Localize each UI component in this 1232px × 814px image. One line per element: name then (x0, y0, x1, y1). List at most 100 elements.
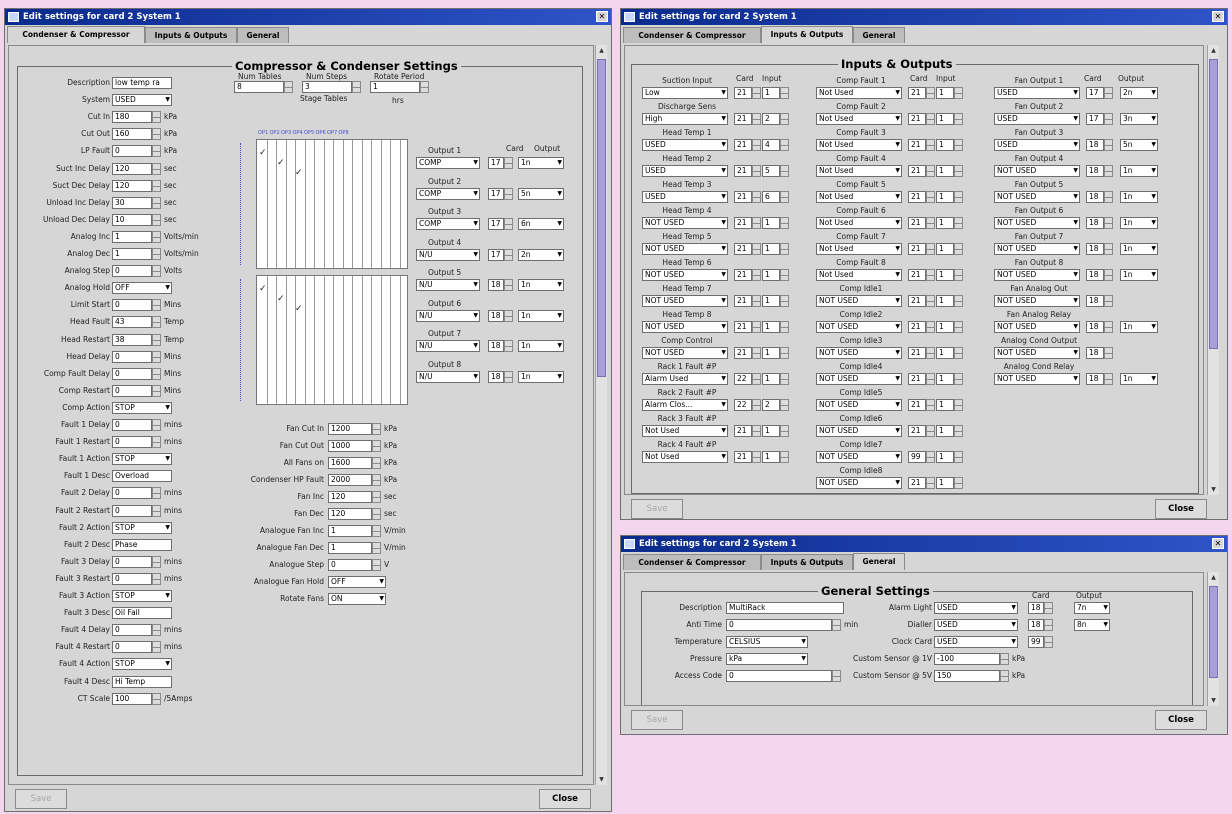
io-card-spinner[interactable]: 21 (908, 269, 926, 281)
spinner-arrows-icon[interactable] (152, 196, 161, 209)
io-select[interactable]: NOT USED ▼ (994, 217, 1080, 229)
io-card-spinner[interactable]: 21 (734, 451, 752, 463)
io-card-spinner[interactable]: 18 (1086, 165, 1104, 177)
general-combo[interactable]: USED ▼ (934, 619, 1018, 631)
field-spinner[interactable]: 43 (112, 316, 152, 329)
spinner-arrows-icon[interactable] (372, 474, 381, 486)
dropdown-arrow-icon[interactable]: ▼ (165, 591, 170, 601)
check-icon[interactable]: ✓ (259, 148, 267, 158)
spinner-arrows-icon[interactable] (954, 269, 963, 281)
field-combo[interactable]: STOP ▼ (112, 453, 172, 466)
dropdown-arrow-icon[interactable]: ▼ (1151, 270, 1156, 280)
dropdown-arrow-icon[interactable]: ▼ (721, 140, 726, 150)
dropdown-arrow-icon[interactable]: ▼ (721, 114, 726, 124)
dropdown-arrow-icon[interactable]: ▼ (801, 637, 806, 647)
scroll-thumb[interactable] (1209, 586, 1218, 678)
scroll-up-icon[interactable]: ▲ (1208, 572, 1219, 583)
param-spinner[interactable]: 3 (302, 81, 352, 93)
spinner-arrows-icon[interactable] (926, 425, 935, 437)
tab-general[interactable]: General (853, 27, 905, 43)
general-spinner[interactable]: 0 (726, 670, 832, 682)
io-input-spinner[interactable]: 1 (936, 399, 954, 411)
spinner-arrows-icon[interactable] (1104, 243, 1113, 255)
dropdown-arrow-icon[interactable]: ▼ (721, 426, 726, 436)
io-card-spinner[interactable]: 17 (1086, 87, 1104, 99)
dropdown-arrow-icon[interactable]: ▼ (165, 403, 170, 413)
spinner-arrows-icon[interactable] (504, 279, 513, 291)
dropdown-arrow-icon[interactable]: ▼ (1073, 218, 1078, 228)
spinner-arrows-icon[interactable] (372, 491, 381, 503)
output-card-spinner[interactable]: 18 (488, 309, 504, 322)
output-channel-combo[interactable]: 2n ▼ (518, 248, 564, 261)
io-select[interactable]: NOT USED ▼ (816, 347, 902, 359)
io-select[interactable]: NOT USED ▼ (642, 243, 728, 255)
dropdown-arrow-icon[interactable]: ▼ (895, 166, 900, 176)
dropdown-arrow-icon[interactable]: ▼ (1103, 603, 1108, 613)
spinner-arrows-icon[interactable] (780, 113, 789, 125)
spinner-arrows-icon[interactable] (152, 641, 161, 654)
dropdown-arrow-icon[interactable]: ▼ (1011, 637, 1016, 647)
field-spinner[interactable]: 0 (112, 504, 152, 517)
dropdown-arrow-icon[interactable]: ▼ (1073, 244, 1078, 254)
io-output-combo[interactable]: 1n ▼ (1120, 217, 1158, 229)
spinner-arrows-icon[interactable] (1044, 636, 1053, 648)
dropdown-arrow-icon[interactable]: ▼ (895, 296, 900, 306)
field-input[interactable]: low temp ra (112, 77, 172, 89)
dropdown-arrow-icon[interactable]: ▼ (1073, 88, 1078, 98)
io-card-spinner[interactable]: 21 (908, 321, 926, 333)
spinner-arrows-icon[interactable] (926, 165, 935, 177)
dropdown-arrow-icon[interactable]: ▼ (895, 192, 900, 202)
field-combo[interactable]: STOP ▼ (112, 658, 172, 671)
spinner-arrows-icon[interactable] (752, 113, 761, 125)
general-card-spinner[interactable]: 18 (1028, 619, 1044, 631)
title-bar[interactable]: Edit settings for card 2 System 1 ✕ (5, 9, 611, 25)
close-icon[interactable]: ✕ (596, 11, 608, 22)
dropdown-arrow-icon[interactable]: ▼ (895, 452, 900, 462)
dropdown-arrow-icon[interactable]: ▼ (895, 478, 900, 488)
spinner-arrows-icon[interactable] (152, 504, 161, 517)
field-input[interactable]: Hi Temp (112, 675, 172, 688)
spinner-arrows-icon[interactable] (504, 248, 513, 261)
io-input-spinner[interactable]: 2 (762, 399, 780, 411)
spinner-arrows-icon[interactable] (352, 81, 361, 93)
dropdown-arrow-icon[interactable]: ▼ (473, 219, 478, 229)
param-spinner[interactable]: 1 (370, 81, 420, 93)
spinner-arrows-icon[interactable] (504, 340, 513, 352)
spinner-arrows-icon[interactable] (780, 347, 789, 359)
dropdown-arrow-icon[interactable]: ▼ (721, 218, 726, 228)
io-card-spinner[interactable]: 21 (908, 295, 926, 307)
io-input-spinner[interactable]: 1 (936, 347, 954, 359)
io-card-spinner[interactable]: 18 (1086, 269, 1104, 281)
fan-spinner[interactable]: 1600 (328, 457, 372, 469)
fan-spinner[interactable]: 2000 (328, 474, 372, 486)
spinner-arrows-icon[interactable] (420, 81, 429, 93)
spinner-arrows-icon[interactable] (504, 370, 513, 383)
general-card-spinner[interactable]: 18 (1028, 602, 1044, 614)
io-input-spinner[interactable]: 1 (762, 243, 780, 255)
io-select[interactable]: Not Used ▼ (816, 165, 902, 177)
spinner-arrows-icon[interactable] (780, 373, 789, 385)
io-card-spinner[interactable]: 99 (908, 451, 926, 463)
io-input-spinner[interactable]: 1 (936, 191, 954, 203)
dropdown-arrow-icon[interactable]: ▼ (1011, 603, 1016, 613)
dropdown-arrow-icon[interactable]: ▼ (1073, 374, 1078, 384)
field-spinner[interactable]: 0 (112, 419, 152, 431)
scroll-thumb[interactable] (1209, 59, 1218, 349)
dropdown-arrow-icon[interactable]: ▼ (721, 88, 726, 98)
dropdown-arrow-icon[interactable]: ▼ (1073, 322, 1078, 332)
io-input-spinner[interactable]: 1 (936, 295, 954, 307)
spinner-arrows-icon[interactable] (1104, 269, 1113, 281)
spinner-arrows-icon[interactable] (780, 425, 789, 437)
dropdown-arrow-icon[interactable]: ▼ (473, 280, 478, 290)
spinner-arrows-icon[interactable] (152, 384, 161, 397)
scroll-down-icon[interactable]: ▼ (1208, 484, 1219, 495)
io-card-spinner[interactable]: 18 (1086, 373, 1104, 385)
spinner-arrows-icon[interactable] (954, 243, 963, 255)
output-card-spinner[interactable]: 17 (488, 248, 504, 261)
io-output-combo[interactable]: 5n ▼ (1120, 139, 1158, 151)
io-select[interactable]: Not Used ▼ (816, 269, 902, 281)
dropdown-arrow-icon[interactable]: ▼ (473, 311, 478, 321)
output-channel-combo[interactable]: 1n ▼ (518, 370, 564, 383)
field-spinner[interactable]: 0 (112, 145, 152, 158)
io-select[interactable]: NOT USED ▼ (642, 347, 728, 359)
